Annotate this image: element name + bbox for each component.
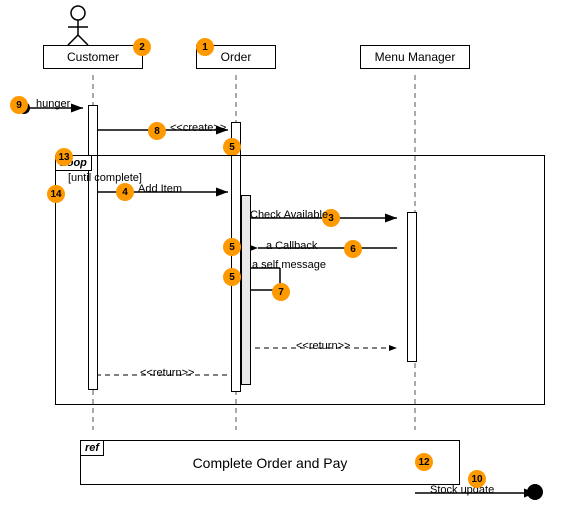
customer-stick-figure bbox=[63, 5, 93, 45]
check-available-label: Check Available bbox=[250, 209, 328, 221]
callback-label: a Callback bbox=[266, 240, 317, 252]
badge-8: 8 bbox=[148, 122, 166, 140]
order-label: Order bbox=[221, 50, 252, 64]
badge-4: 4 bbox=[116, 183, 134, 201]
badge-5a: 5 bbox=[223, 138, 241, 156]
badge-10: 10 bbox=[468, 470, 486, 488]
badge-14: 14 bbox=[47, 185, 65, 203]
self-message-label: a self message bbox=[252, 259, 326, 271]
badge-9: 9 bbox=[10, 96, 28, 114]
customer-label: Customer bbox=[67, 50, 119, 64]
badge-6: 6 bbox=[344, 240, 362, 258]
customer-box: Customer bbox=[43, 45, 143, 69]
badge-12: 12 bbox=[415, 453, 433, 471]
stock-update-label: Stock update bbox=[430, 484, 494, 496]
menu-manager-activation bbox=[407, 212, 417, 362]
diagram: Customer 2 Order 1 Menu Manager 9 hunger… bbox=[0, 0, 564, 519]
menu-manager-box: Menu Manager bbox=[360, 45, 470, 69]
menu-manager-label: Menu Manager bbox=[375, 50, 456, 64]
ref-content: Complete Order and Pay bbox=[193, 455, 348, 471]
add-item-label: Add Item bbox=[138, 183, 182, 195]
return2-label: <<return>> bbox=[140, 367, 194, 379]
return1-label: <<return>> bbox=[296, 340, 350, 352]
create-label: <<create>> bbox=[170, 122, 226, 134]
badge-order: 1 bbox=[196, 38, 214, 56]
loop-condition: [until complete] bbox=[68, 172, 142, 184]
ref-label: ref bbox=[81, 441, 104, 456]
hunger-label: hunger bbox=[36, 98, 70, 110]
terminal-circle bbox=[527, 484, 543, 500]
ref-frame: ref Complete Order and Pay bbox=[80, 440, 460, 485]
badge-7: 7 bbox=[272, 283, 290, 301]
badge-customer: 2 bbox=[133, 38, 151, 56]
badge-13: 13 bbox=[55, 148, 73, 166]
order-activation-inner bbox=[241, 195, 251, 385]
customer-actor bbox=[63, 5, 93, 48]
